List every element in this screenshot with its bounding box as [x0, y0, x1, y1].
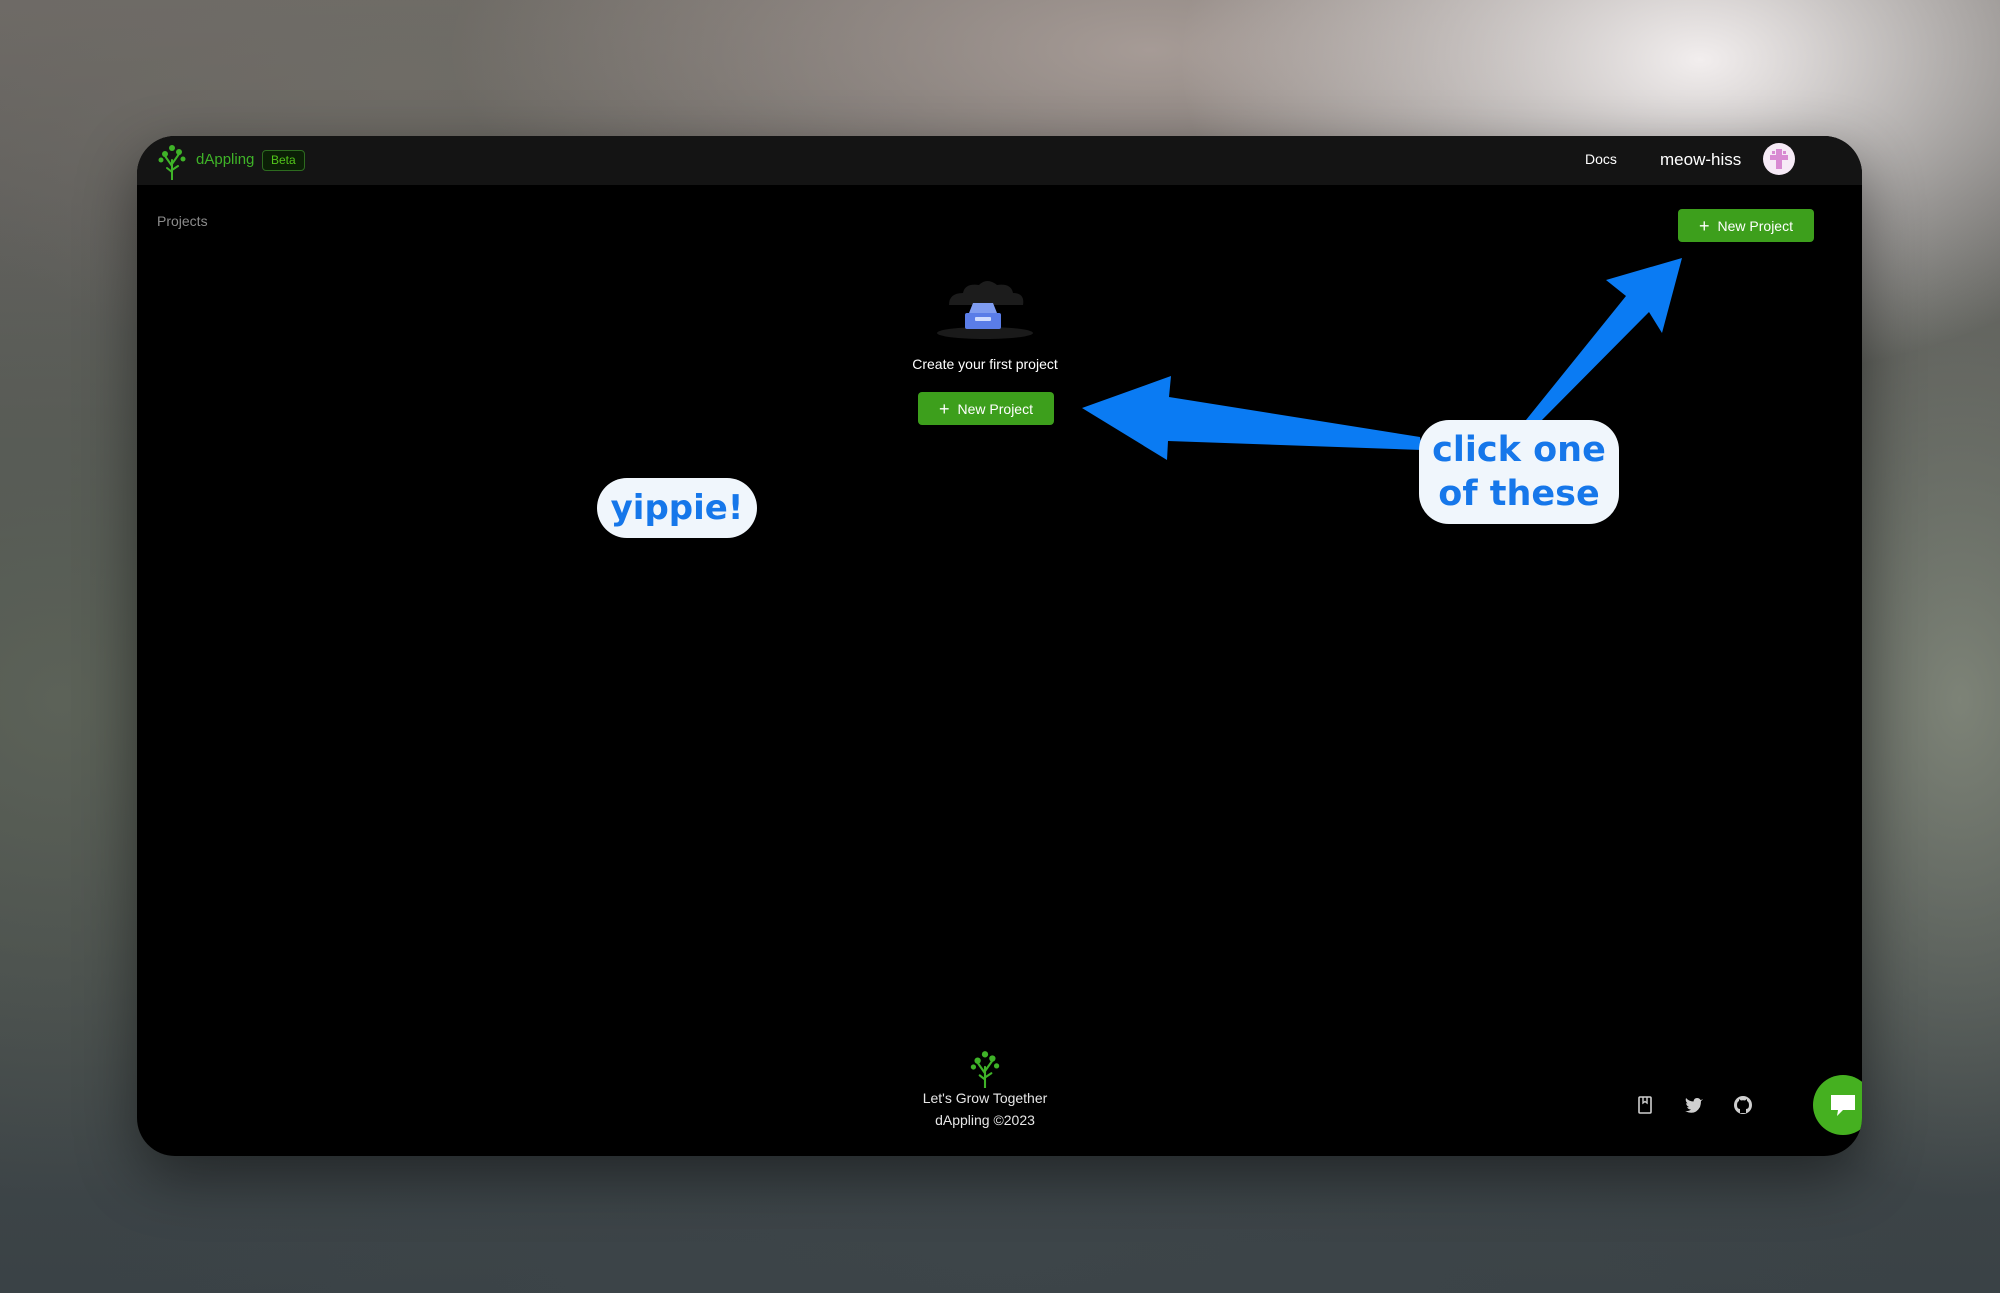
click-annotation-line2: of these [1438, 474, 1600, 514]
top-nav-bar: dAppling Beta Docs meow-hiss [137, 136, 1862, 185]
footer-tagline: Let's Grow Together [922, 1090, 1048, 1106]
new-project-label: New Project [957, 400, 1033, 417]
docs-link[interactable]: Docs [1585, 151, 1617, 167]
brand-name[interactable]: dAppling [196, 151, 254, 168]
click-one-annotation: click one of these [1419, 420, 1619, 524]
beta-badge: Beta [262, 150, 305, 171]
click-annotation-line1: click one [1432, 430, 1606, 470]
plus-icon: + [939, 398, 950, 419]
new-project-label: New Project [1717, 217, 1793, 234]
new-project-button-center[interactable]: + New Project [918, 392, 1054, 425]
new-project-button-top[interactable]: + New Project [1678, 209, 1814, 242]
github-icon[interactable] [1732, 1094, 1754, 1116]
empty-state-text: Create your first project [912, 356, 1058, 372]
docs-icon[interactable] [1634, 1094, 1656, 1116]
username[interactable]: meow-hiss [1660, 150, 1741, 170]
yippie-annotation: yippie! [597, 478, 757, 538]
twitter-icon[interactable] [1683, 1094, 1705, 1116]
footer-tree-logo-icon [970, 1051, 1000, 1088]
tree-logo-icon[interactable] [157, 142, 187, 180]
chat-button[interactable] [1813, 1075, 1862, 1135]
chat-icon [1831, 1095, 1855, 1116]
footer-copyright: dAppling ©2023 [935, 1112, 1035, 1128]
breadcrumb-projects[interactable]: Projects [157, 213, 208, 229]
empty-inbox-icon [937, 281, 1033, 339]
app-window: dAppling Beta Docs meow-hiss Projects + … [137, 136, 1862, 1156]
plus-icon: + [1699, 215, 1710, 236]
avatar-icon[interactable] [1763, 143, 1795, 175]
